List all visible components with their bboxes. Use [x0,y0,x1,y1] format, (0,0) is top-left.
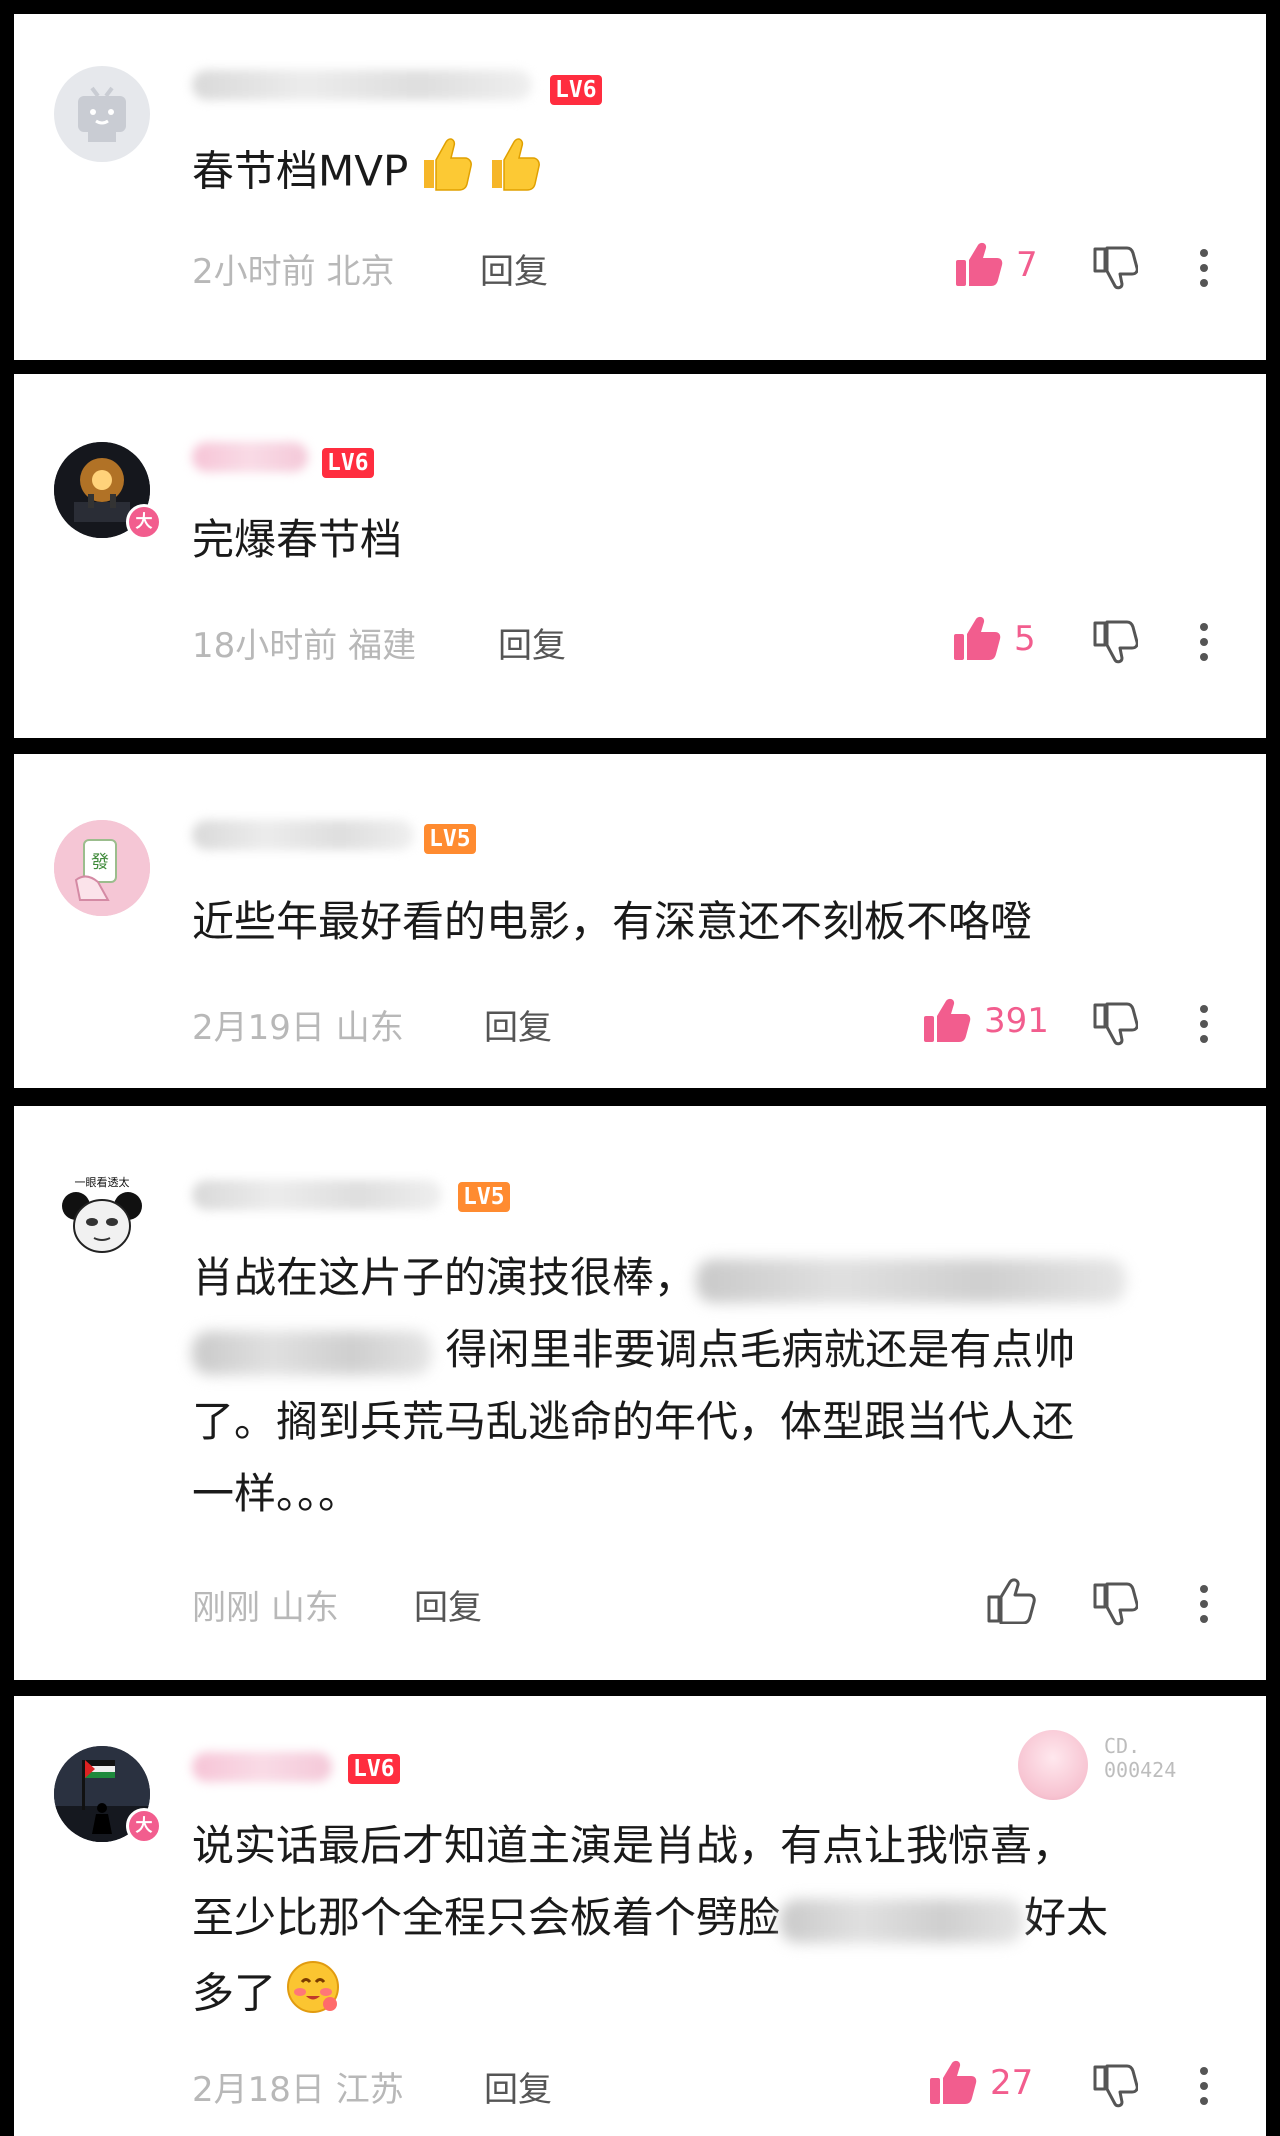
thumbs-up-filled-icon [956,242,1003,286]
more-options-button[interactable] [1199,1584,1209,1624]
thumbs-up-filled-icon [954,616,1001,660]
comment-text: 完爆春节档 [192,515,403,564]
comment-meta: 刚刚 山东 [192,1588,339,1628]
username-blurred[interactable] [192,442,308,472]
more-vertical-icon [1200,623,1208,661]
reply-button[interactable]: 回复 [484,1000,552,1049]
fan-stamp: CD. 000424 [1104,1734,1177,1782]
comment-card-4: 一眼看透太 LV5 肖战在这片子的演技很棒， 得闲里非要调点毛病就还是有点帅 了… [14,1106,1266,1680]
comment-meta: 2小时前 北京 [192,252,395,292]
thumbs-up-filled-icon [930,2060,977,2104]
comment-text-line-3: 了。搁到兵荒马乱逃命的年代，体型跟当代人还 [192,1397,1075,1446]
level-badge: LV6 [550,75,602,105]
reply-button[interactable]: 回复 [498,618,566,667]
dislike-button[interactable] [1092,1002,1138,1046]
vip-badge: 大 [126,1808,162,1844]
username-blurred[interactable] [192,820,414,850]
avatar[interactable] [54,66,150,162]
comment-text-line-1: 肖战在这片子的演技很棒， [192,1242,1127,1314]
comment-text-line-3: 多了 [192,1954,344,2038]
thumbs-down-icon [1093,1582,1138,1626]
avatar[interactable]: 一眼看透太 [54,1170,150,1266]
more-options-button[interactable] [1199,2066,1209,2106]
like-button[interactable]: 391 [922,998,1049,1044]
thumbs-down-icon [1093,246,1138,290]
avatar[interactable]: 發 [54,820,150,916]
comment-text-line-2: 得闲里非要调点毛病就还是有点帅 [192,1314,1075,1386]
redacted-text [696,1258,1127,1303]
like-button[interactable]: 7 [954,242,1038,288]
comment-card-2: 大 LV6 完爆春节档 18小时前 福建 回复 5 [14,374,1266,738]
redacted-text [192,1330,432,1375]
thumbs-down-icon [1093,2064,1138,2108]
comment-meta: 2月19日 山东 [192,1008,404,1048]
avatar-caption: 一眼看透太 [75,1175,130,1189]
dislike-button[interactable] [1092,246,1138,290]
thumbs-up-outline-icon [987,1578,1036,1624]
reply-button[interactable]: 回复 [414,1580,482,1629]
dislike-button[interactable] [1092,1582,1138,1626]
comment-card-5: 大 LV6 CD. 000424 说实话最后才知道主演是肖战，有点让我惊喜， 至… [14,1696,1266,2136]
blushing-face-emoji-icon [282,1954,344,2038]
redacted-text [780,1898,1025,1943]
more-vertical-icon [1200,1585,1208,1623]
comment-text: 春节档MVP [192,132,544,216]
level-badge: LV5 [458,1182,510,1212]
comment-text-line-2: 至少比那个全程只会板着个劈脸 好太 [192,1893,1109,1943]
comment-card-1: LV6 春节档MVP 2小时前 北京 回复 7 [14,14,1266,360]
comment-card-3: 發 LV5 近些年最好看的电影，有深意还不刻板不咯噔 2月19日 山东 回复 3… [14,754,1266,1088]
username-blurred[interactable] [192,1180,442,1210]
level-badge: LV6 [348,1754,400,1784]
bilibili-tv-avatar-icon [78,86,126,142]
thumbs-up-emoji-icon [482,132,544,216]
more-options-button[interactable] [1199,622,1209,662]
panda-meme-avatar-icon: 一眼看透太 [54,1170,150,1266]
thumbs-down-icon [1093,620,1138,664]
level-badge: LV5 [424,824,476,854]
more-options-button[interactable] [1199,248,1209,288]
thumbs-up-filled-icon [924,998,971,1042]
comment-text-line-1: 说实话最后才知道主演是肖战，有点让我惊喜， [192,1821,1075,1870]
more-vertical-icon [1200,1005,1208,1043]
mahjong-tile-avatar-icon: 發 [54,820,150,916]
vip-badge: 大 [126,504,162,540]
username-blurred[interactable] [192,70,532,100]
comment-text: 近些年最好看的电影，有深意还不刻板不咯噔 [192,897,1033,946]
comment-meta: 18小时前 福建 [192,626,417,666]
like-button[interactable]: 5 [952,616,1036,662]
more-vertical-icon [1200,2067,1208,2105]
reply-button[interactable]: 回复 [480,244,548,293]
dislike-button[interactable] [1092,620,1138,664]
thumbs-down-icon [1093,1002,1138,1046]
like-button[interactable]: 27 [928,2060,1033,2106]
thumbs-up-emoji-icon [414,132,476,216]
fan-sticker-icon [1018,1730,1088,1800]
reply-button[interactable]: 回复 [484,2062,552,2111]
dislike-button[interactable] [1092,2064,1138,2108]
level-badge: LV6 [322,448,374,478]
more-vertical-icon [1200,249,1208,287]
more-options-button[interactable] [1199,1004,1209,1044]
like-button[interactable] [986,1578,1048,1624]
comment-meta: 2月18日 江苏 [192,2070,404,2110]
comment-text-line-4: 一样。。。 [192,1469,361,1518]
svg-text:發: 發 [91,852,109,873]
username-blurred[interactable] [192,1752,332,1782]
